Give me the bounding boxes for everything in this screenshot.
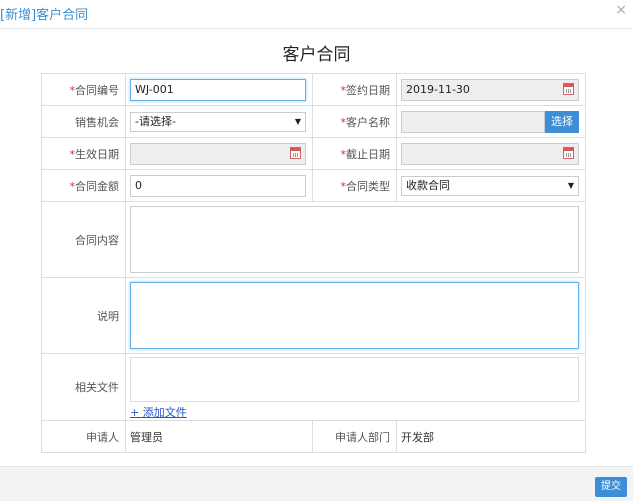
- sales-opportunity-label: 销售机会: [41, 105, 126, 138]
- amount-input[interactable]: 0: [130, 174, 306, 197]
- applicant-value: 管理员: [125, 420, 313, 453]
- calendar-icon[interactable]: [563, 82, 574, 95]
- calendar-icon[interactable]: [290, 146, 301, 159]
- contract-type-select[interactable]: 收款合同 ▼: [401, 175, 579, 196]
- sign-date-input[interactable]: 2019-11-30: [401, 78, 579, 101]
- customer-name-input[interactable]: [401, 110, 545, 133]
- end-date-label: *截止日期: [312, 137, 397, 170]
- department-value: 开发部: [396, 420, 586, 453]
- contract-no-label: *合同编号: [41, 73, 126, 106]
- sales-opportunity-select[interactable]: -请选择- ▼: [130, 111, 306, 132]
- end-date-input[interactable]: [401, 142, 579, 165]
- applicant-label: 申请人: [41, 420, 126, 453]
- remark-textarea[interactable]: [130, 282, 579, 349]
- dropdown-arrow-icon: ▼: [294, 116, 301, 126]
- remark-label: 说明: [41, 277, 126, 354]
- customer-name-label: *客户名称: [312, 105, 397, 138]
- files-label: 相关文件: [41, 353, 126, 421]
- contract-no-input[interactable]: WJ-001: [130, 78, 306, 101]
- add-file-link[interactable]: + 添加文件: [130, 404, 187, 420]
- department-label: 申请人部门: [312, 420, 397, 453]
- contract-form: *合同编号 WJ-001 *签约日期 2019-11-30 销售机会 -请选择-…: [41, 73, 586, 453]
- amount-label: *合同金额: [41, 169, 126, 202]
- content-label: 合同内容: [41, 201, 126, 278]
- content-textarea[interactable]: [130, 206, 579, 273]
- dropdown-arrow-icon: ▼: [567, 180, 574, 190]
- effective-date-input[interactable]: [130, 142, 306, 165]
- contract-type-label: *合同类型: [312, 169, 397, 202]
- form-heading: 客户合同: [282, 45, 351, 65]
- file-list: [130, 357, 579, 402]
- dialog-titlebar: [新增]客户合同 ×: [0, 0, 633, 29]
- dialog-title: [新增]客户合同: [0, 8, 89, 23]
- dialog-footer: 提交: [0, 466, 633, 501]
- submit-button[interactable]: 提交: [595, 477, 627, 497]
- sign-date-label: *签约日期: [312, 73, 397, 106]
- close-icon[interactable]: ×: [615, 2, 627, 18]
- choose-customer-button[interactable]: 选择: [545, 110, 579, 133]
- calendar-icon[interactable]: [563, 146, 574, 159]
- effective-date-label: *生效日期: [41, 137, 126, 170]
